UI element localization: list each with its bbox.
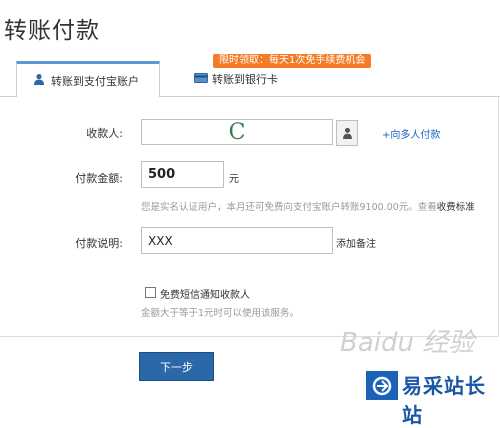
multi-payee-link[interactable]: +向多人付款 [382, 126, 440, 141]
payee-value: C [228, 119, 246, 145]
sms-checkbox[interactable] [145, 287, 156, 298]
sms-hint: 金额大于等于1元时可以使用该服务。 [141, 308, 300, 319]
contacts-icon [342, 124, 353, 143]
tab-alipay-account[interactable]: 转账到支付宝账户 [16, 61, 160, 97]
amount-hint-text: 您是实名认证用户，本月还可免费向支付宝账户转账9100.00元。查看 [141, 202, 437, 213]
sms-label: 免费短信通知收款人 [160, 290, 250, 301]
next-button[interactable]: 下一步 [139, 352, 214, 381]
brand-name: 易采站长站 [402, 374, 486, 427]
user-icon [33, 73, 45, 88]
tab-label: 转账到银行卡 [212, 73, 278, 86]
brand-logo-icon [366, 371, 398, 400]
note-input[interactable]: XXX [141, 227, 333, 254]
payee-label: 收款人: [86, 127, 123, 140]
promo-badge: 限时领取：每天1次免手续费机会 [213, 54, 372, 68]
tab-label: 转账到支付宝账户 [51, 74, 139, 88]
contacts-button[interactable] [336, 120, 358, 146]
note-label: 付款说明: [75, 237, 123, 250]
amount-unit: 元 [229, 174, 239, 185]
amount-hint: 您是实名认证用户，本月还可免费向支付宝账户转账9100.00元。查看收费标准 [141, 199, 475, 213]
fee-standard-link[interactable]: 收费标准 [437, 202, 475, 213]
page-title: 转账付款 [4, 18, 100, 44]
add-note-link[interactable]: 添加备注 [336, 235, 376, 250]
payee-input[interactable]: C [141, 119, 333, 145]
amount-input[interactable]: 500 [141, 161, 224, 188]
amount-label: 付款金额: [75, 172, 123, 185]
baidu-watermark: Baidu 经验 [340, 328, 475, 358]
bank-card-icon [194, 72, 208, 86]
